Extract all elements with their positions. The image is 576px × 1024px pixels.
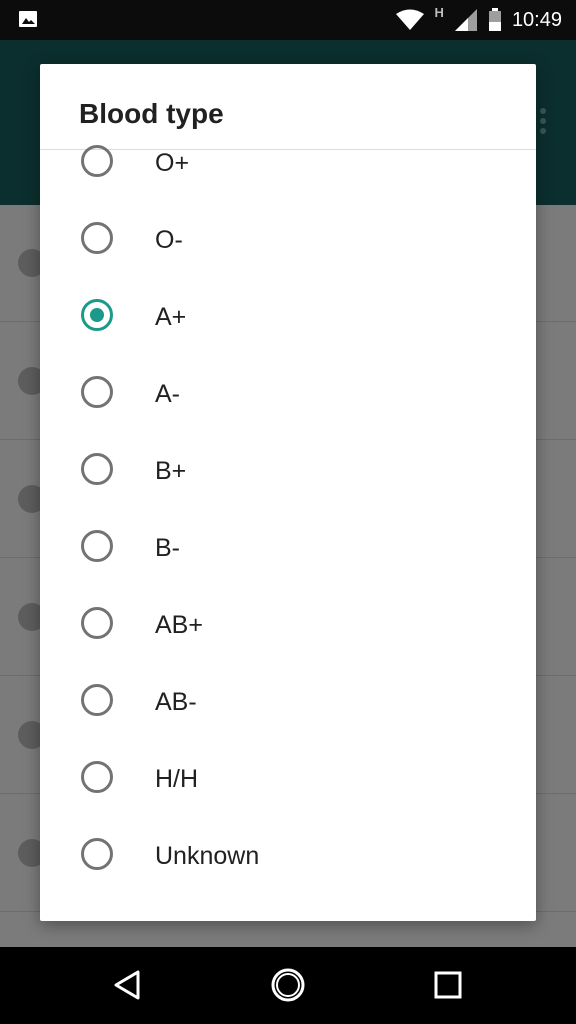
option-label: Unknown xyxy=(155,842,260,870)
blood-type-option[interactable]: A- xyxy=(40,362,536,439)
status-bar: H 10:49 xyxy=(0,0,576,40)
radio-button-unchecked[interactable] xyxy=(81,376,113,408)
radio-button-unchecked[interactable] xyxy=(81,453,113,485)
option-label: B+ xyxy=(155,457,187,485)
option-label: AB- xyxy=(155,688,197,716)
blood-type-option[interactable]: O+ xyxy=(40,131,536,208)
recents-icon[interactable] xyxy=(430,967,466,1003)
radio-button-unchecked[interactable] xyxy=(81,838,113,870)
option-label: AB+ xyxy=(155,611,203,639)
battery-icon xyxy=(488,8,501,31)
navigation-bar xyxy=(0,947,576,1024)
home-icon[interactable] xyxy=(270,967,306,1003)
option-label: O+ xyxy=(155,149,190,177)
blood-type-option[interactable]: O- xyxy=(40,208,536,285)
blood-type-option[interactable]: AB- xyxy=(40,670,536,747)
option-label: O- xyxy=(155,226,183,254)
radio-button-unchecked[interactable] xyxy=(81,684,113,716)
blood-type-option[interactable]: A+ xyxy=(40,285,536,362)
option-label: B- xyxy=(155,534,180,562)
blood-type-option[interactable]: B- xyxy=(40,516,536,593)
status-time: 10:49 xyxy=(511,8,562,31)
blood-type-dialog: Blood type O+ O- A+ A- B+ B- AB+ AB- H/H Unknown xyxy=(40,64,536,921)
network-type-label: H xyxy=(434,4,444,20)
cell-signal-icon xyxy=(454,9,477,31)
wifi-icon xyxy=(395,9,424,30)
blood-type-option[interactable]: H/H xyxy=(40,747,536,824)
blood-type-option[interactable]: Unknown xyxy=(40,824,536,901)
blood-type-option[interactable]: B+ xyxy=(40,439,536,516)
dialog-title: Blood type xyxy=(79,98,224,129)
option-label: A- xyxy=(155,380,180,408)
radio-button-unchecked[interactable] xyxy=(81,530,113,562)
radio-button-unchecked[interactable] xyxy=(81,607,113,639)
blood-type-option[interactable]: AB+ xyxy=(40,593,536,670)
option-label: A+ xyxy=(155,303,187,331)
image-notification-icon xyxy=(19,11,37,27)
radio-button-unchecked[interactable] xyxy=(81,761,113,793)
radio-button-unchecked[interactable] xyxy=(81,145,113,177)
radio-button-unchecked[interactable] xyxy=(81,222,113,254)
more-options-icon xyxy=(540,108,548,138)
radio-button-checked[interactable] xyxy=(81,299,113,331)
option-label: H/H xyxy=(155,765,199,793)
radio-dot xyxy=(90,308,104,322)
back-icon[interactable] xyxy=(110,967,146,1003)
